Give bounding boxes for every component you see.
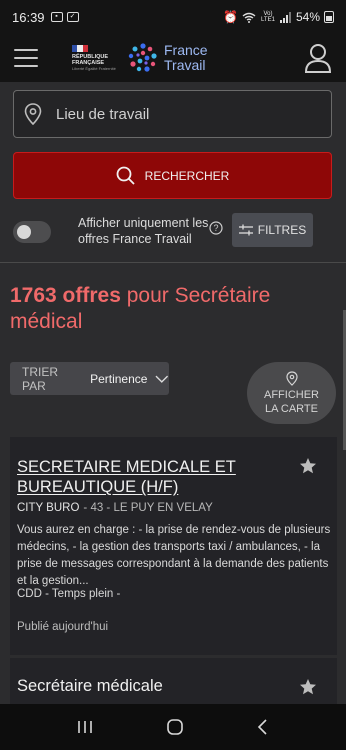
show-map-line2: LA CARTE	[265, 402, 318, 415]
company-location: - 43 - LE PUY EN VELAY	[83, 502, 213, 514]
french-flag-icon	[72, 44, 88, 52]
results-count: 1763 offres	[10, 284, 121, 307]
filters-label: FILTRES	[257, 223, 307, 237]
svg-text:?: ?	[213, 223, 218, 233]
back-icon[interactable]	[256, 718, 270, 736]
status-time: 16:39	[12, 9, 45, 25]
search-icon	[116, 166, 135, 185]
check-notification-icon: ✓	[66, 12, 79, 22]
section-divider	[0, 262, 346, 263]
results-heading: 1763 offres pour Secrétaire médical	[10, 283, 330, 335]
france-travail-logo-text: France Travail	[164, 43, 208, 73]
sliders-icon	[238, 224, 253, 236]
search-button[interactable]: RECHERCHER	[13, 152, 332, 199]
location-field[interactable]	[13, 90, 332, 138]
show-map-line1: AFFICHER	[264, 388, 319, 401]
favorite-star-icon[interactable]	[299, 678, 317, 696]
app-header: RÉPUBLIQUE FRANÇAISE Liberté Égalité Fra…	[0, 34, 346, 82]
job-offer-title[interactable]: SECRETAIRE MEDICALE ET BUREAUTIQUE (H/F)	[17, 457, 279, 497]
sort-dropdown[interactable]: TRIER PAR Pertinence	[10, 362, 169, 395]
job-offer-company: CITY BURO - 43 - LE PUY EN VELAY	[17, 502, 213, 514]
location-input[interactable]	[56, 105, 296, 123]
help-icon[interactable]: ?	[209, 221, 223, 235]
wifi-icon	[242, 12, 256, 23]
job-offer-card[interactable]: SECRETAIRE MEDICALE ET BUREAUTIQUE (H/F)…	[10, 437, 337, 655]
battery-icon	[324, 11, 334, 23]
job-offer-description: Vous aurez en charge : - la prise de ren…	[17, 524, 331, 587]
status-bar: 16:39 ▪ ✓ ⏰ Vo) LTE1 54%	[0, 0, 346, 34]
sort-label: TRIER PAR	[22, 364, 58, 393]
republique-francaise-logo: RÉPUBLIQUE FRANÇAISE Liberté Égalité Fra…	[72, 44, 122, 72]
chevron-down-icon	[155, 375, 169, 383]
republique-line2: FRANÇAISE	[72, 59, 105, 66]
job-offer-card[interactable]: Secrétaire médicale	[10, 658, 337, 708]
job-offer-published: Publié aujourd'hui	[17, 621, 109, 633]
signal-icon	[279, 11, 291, 23]
filters-button[interactable]: FILTRES	[232, 213, 313, 247]
brand-line1: France	[164, 42, 208, 58]
favorite-star-icon[interactable]	[299, 457, 317, 475]
status-right: ⏰ Vo) LTE1 54%	[223, 10, 334, 24]
battery-percent: 54%	[295, 10, 320, 24]
user-account-icon[interactable]	[304, 43, 332, 73]
toggle-knob	[17, 225, 31, 239]
brand-line2: Travail	[164, 57, 206, 73]
france-travail-logo-icon	[128, 43, 157, 72]
location-pin-icon	[24, 103, 42, 125]
image-notification-icon: ▪	[50, 12, 63, 22]
toggle-label: Afficher uniquement les offres France Tr…	[78, 216, 209, 246]
android-navigation-bar	[0, 704, 346, 750]
map-pin-icon	[285, 370, 298, 386]
status-notification-icons: ▪ ✓	[50, 12, 79, 22]
show-map-button[interactable]: AFFICHER LA CARTE	[247, 362, 336, 424]
sort-value: Pertinence	[90, 371, 148, 386]
company-name: CITY BURO	[17, 502, 80, 514]
job-offer-contract: CDD - Temps plein -	[17, 588, 121, 600]
network-label: Vo) LTE1	[261, 11, 275, 23]
recent-apps-icon[interactable]	[76, 719, 94, 735]
alarm-icon: ⏰	[223, 10, 238, 24]
job-offer-title[interactable]: Secrétaire médicale	[17, 676, 297, 696]
home-icon[interactable]	[166, 718, 184, 736]
france-travail-only-toggle[interactable]	[13, 221, 51, 243]
menu-icon[interactable]	[14, 49, 38, 67]
republique-motto: Liberté Égalité Fraternité	[72, 65, 116, 71]
search-button-label: RECHERCHER	[144, 168, 230, 183]
